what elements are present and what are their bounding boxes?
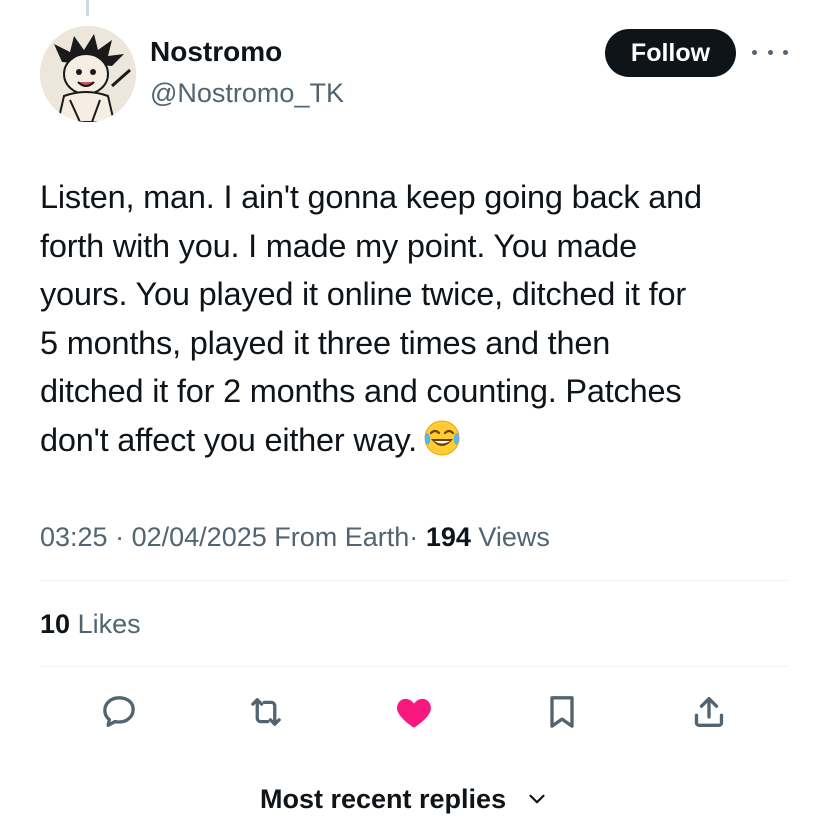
bookmark-button[interactable] [540,690,584,734]
avatar[interactable] [40,26,136,122]
reply-icon [103,696,135,727]
thread-connector-line [86,0,89,16]
tweet-meta: 03:25 · 02/04/2025 From Earth· 194 Views [40,519,550,555]
cartoon-boy-avatar-icon [40,26,136,122]
tweet-text: Listen, man. I ain't gonna keep going ba… [40,173,800,470]
replies-sort-dropdown[interactable]: Most recent replies [260,780,550,818]
more-options-icon[interactable] [752,40,788,64]
retweet-button[interactable] [244,690,288,734]
like-icon [397,698,431,728]
likes-label: Likes [77,609,141,639]
tweet-actions-bar [0,690,828,736]
face-with-tears-of-joy-icon [423,419,461,471]
tweet-date[interactable]: 02/04/2025 [132,522,267,552]
follow-button[interactable]: Follow [605,29,736,77]
meta-separator: · [115,522,125,552]
reply-button[interactable] [97,690,141,734]
views-count: 194 [425,522,471,552]
divider [40,666,788,667]
tweet-location: From Earth [274,522,410,552]
author-display-name[interactable]: Nostromo [150,34,282,70]
retweet-icon [251,698,281,726]
like-button[interactable] [392,690,436,734]
divider [40,580,788,581]
views-label: Views [478,522,550,552]
chevron-down-icon [529,794,545,804]
replies-sort-label: Most recent replies [260,783,507,814]
bookmark-icon [550,696,574,728]
tweet-body: Listen, man. I ain't gonna keep going ba… [40,179,702,458]
share-button[interactable] [687,690,731,734]
likes-count: 10 [40,609,71,639]
meta-separator: · [409,522,419,552]
likes-count-link[interactable]: 10 Likes [40,606,141,642]
share-icon [694,697,724,727]
tweet-time[interactable]: 03:25 [40,522,108,552]
author-handle[interactable]: @Nostromo_TK [150,76,344,110]
